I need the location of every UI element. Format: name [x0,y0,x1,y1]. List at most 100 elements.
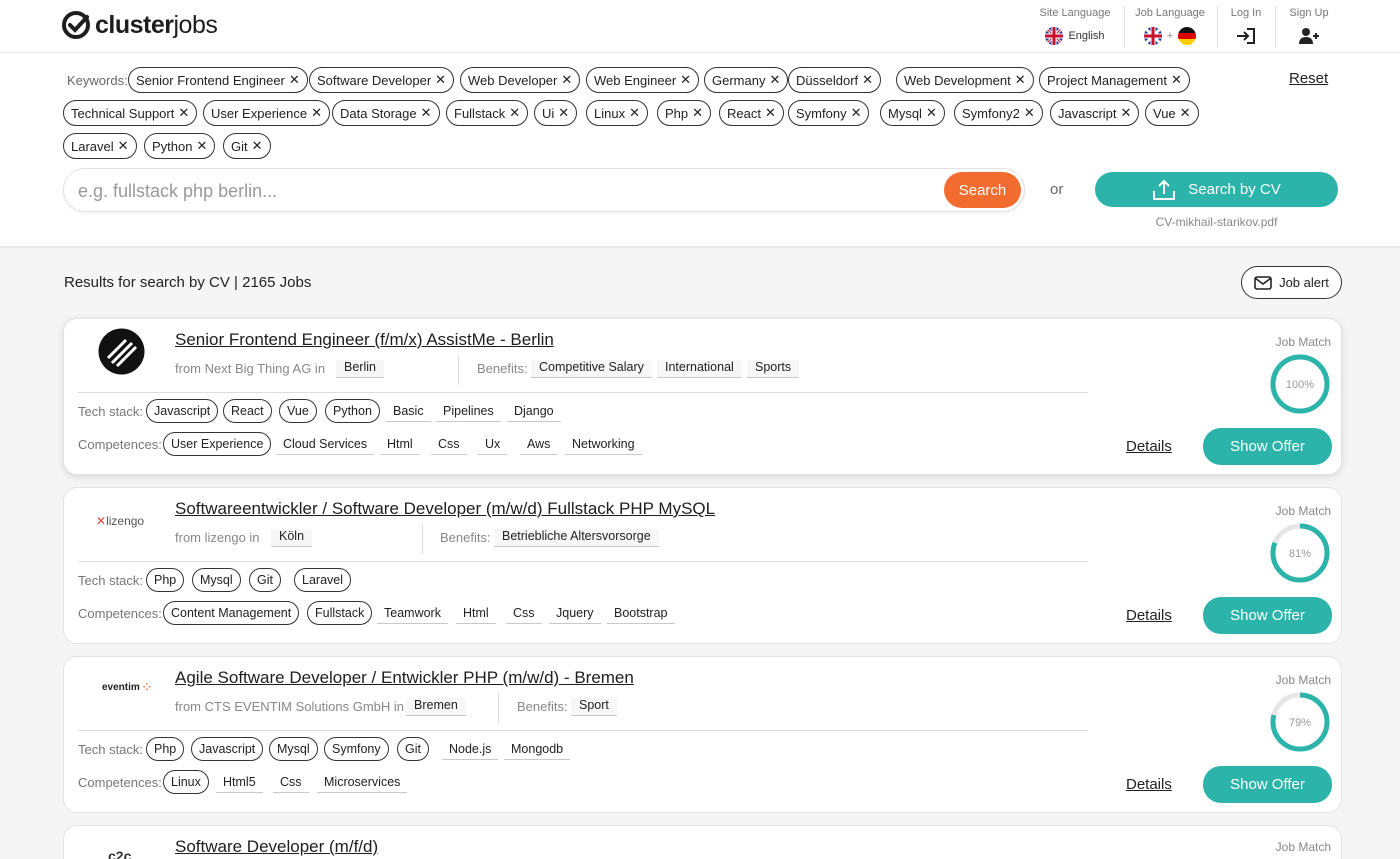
keyword-chip[interactable]: React ✕ [719,100,784,126]
remove-keyword-icon[interactable]: ✕ [1015,72,1026,88]
login-icon [1237,28,1255,44]
tech-pill-matched: Vue [279,399,317,423]
remove-keyword-icon[interactable]: ✕ [692,105,703,121]
details-link[interactable]: Details [1126,776,1172,793]
show-offer-button[interactable]: Show Offer [1203,766,1332,803]
job-match-label: Job Match [1275,504,1331,518]
job-title-link[interactable]: Agile Software Developer / Entwickler PH… [175,668,634,688]
search-by-cv-label: Search by CV [1188,181,1281,198]
keyword-chip[interactable]: User Experience ✕ [203,100,331,126]
keyword-chip[interactable]: Git ✕ [223,133,271,159]
job-title-link[interactable]: Senior Frontend Engineer (f/m/x) AssistM… [175,330,554,350]
remove-keyword-icon[interactable]: ✕ [680,72,691,88]
keyword-chip[interactable]: Ui ✕ [534,100,578,126]
competences-label: Competences: [78,437,162,452]
keyword-chip[interactable]: Web Developer ✕ [460,67,581,93]
keyword-chip[interactable]: Technical Support ✕ [63,100,198,126]
signup-button[interactable]: Sign Up [1282,0,1336,53]
job-language-selector[interactable]: Job Language + [1132,0,1208,53]
remove-keyword-icon[interactable]: ✕ [1121,105,1132,121]
separator [78,730,1088,731]
keyword-chip-label: Project Management [1047,72,1167,88]
keyword-chip-label: Düsseldorf [796,72,859,88]
job-match-value: 81% [1289,548,1311,560]
details-link[interactable]: Details [1126,607,1172,624]
keyword-chip[interactable]: Web Development ✕ [896,67,1034,93]
search-input[interactable] [78,178,938,204]
keyword-chip[interactable]: Web Engineer ✕ [586,67,700,93]
keyword-chip[interactable]: Project Management ✕ [1039,67,1190,93]
remove-keyword-icon[interactable]: ✕ [196,138,207,154]
job-card: ✕lizengo Softwareentwickler / Software D… [63,487,1342,644]
competence-item: Css [506,606,542,624]
location-tag: Köln [271,529,313,547]
job-alert-label: Job alert [1279,275,1329,290]
location-tag: Bremen [406,698,466,716]
keyword-chip[interactable]: Düsseldorf ✕ [788,67,882,93]
competence-pill-matched: Fullstack [307,601,373,625]
job-alert-button[interactable]: Job alert [1241,266,1342,299]
site-language-value: English [1068,30,1105,42]
show-offer-button[interactable]: Show Offer [1203,597,1332,634]
keyword-chip[interactable]: Linux ✕ [586,100,648,126]
keyword-chip[interactable]: Python ✕ [144,133,216,159]
separator [78,561,1088,562]
search-by-cv-button[interactable]: Search by CV [1095,172,1338,207]
show-offer-button[interactable]: Show Offer [1203,428,1332,465]
competence-item: Cloud Services [276,437,375,455]
remove-keyword-icon[interactable]: ✕ [1171,72,1182,88]
remove-keyword-icon[interactable]: ✕ [926,105,937,121]
job-title-link[interactable]: Software Developer (m/f/d) [175,837,378,857]
tech-pill-matched: Mysql [192,568,241,592]
remove-keyword-icon[interactable]: ✕ [435,72,446,88]
competence-item: Html [456,606,496,624]
job-title-link[interactable]: Softwareentwickler / Software Developer … [175,499,715,519]
keyword-chip[interactable]: Vue ✕ [1145,100,1199,126]
tech-pill-matched: Python [325,399,380,423]
remove-keyword-icon[interactable]: ✕ [509,105,520,121]
remove-keyword-icon[interactable]: ✕ [421,105,432,121]
remove-keyword-icon[interactable]: ✕ [311,105,322,121]
remove-keyword-icon[interactable]: ✕ [289,72,300,88]
remove-keyword-icon[interactable]: ✕ [118,138,129,154]
reset-link[interactable]: Reset [1289,70,1328,87]
tech-stack-label: Tech stack: [78,742,144,757]
details-link[interactable]: Details [1126,438,1172,455]
remove-keyword-icon[interactable]: ✕ [558,105,569,121]
location-tag: Berlin [336,360,384,378]
keyword-chip[interactable]: Laravel ✕ [63,133,137,159]
keyword-chip-label: Ui [542,105,555,121]
job-language-label: Job Language [1135,7,1205,19]
remove-keyword-icon[interactable]: ✕ [178,105,189,121]
remove-keyword-icon[interactable]: ✕ [629,105,640,121]
tech-pill-matched: React [223,399,272,423]
keyword-chip[interactable]: Symfony2 ✕ [954,100,1043,126]
keyword-chip[interactable]: Germany ✕ [704,67,789,93]
remove-keyword-icon[interactable]: ✕ [561,72,572,88]
search-button[interactable]: Search [944,172,1021,208]
login-button[interactable]: Log In [1222,0,1270,53]
keyword-chip[interactable]: Software Developer ✕ [309,67,455,93]
remove-keyword-icon[interactable]: ✕ [1180,105,1191,121]
keyword-chip[interactable]: Data Storage ✕ [332,100,440,126]
benefit-tag: Sport [571,698,617,716]
keyword-chip[interactable]: Mysql ✕ [880,100,945,126]
keyword-chip[interactable]: Senior Frontend Engineer ✕ [128,67,308,93]
remove-keyword-icon[interactable]: ✕ [862,72,873,88]
remove-keyword-icon[interactable]: ✕ [769,72,780,88]
job-match-label: Job Match [1275,673,1331,687]
clusterjobs-logo[interactable]: clusterjobs [61,10,218,40]
keyword-chip[interactable]: Fullstack ✕ [446,100,529,126]
remove-keyword-icon[interactable]: ✕ [765,105,776,121]
competence-item: Teamwork [377,606,448,624]
site-language-selector[interactable]: Site Language English [1036,0,1114,53]
keyword-chip-label: User Experience [211,105,308,121]
keyword-chip-label: Senior Frontend Engineer [136,72,285,88]
keyword-chip[interactable]: Symfony ✕ [788,100,870,126]
tech-pill-matched: Php [146,568,185,592]
keyword-chip[interactable]: Javascript ✕ [1050,100,1140,126]
remove-keyword-icon[interactable]: ✕ [252,138,263,154]
keyword-chip[interactable]: Php ✕ [657,100,712,126]
remove-keyword-icon[interactable]: ✕ [851,105,862,121]
remove-keyword-icon[interactable]: ✕ [1024,105,1035,121]
